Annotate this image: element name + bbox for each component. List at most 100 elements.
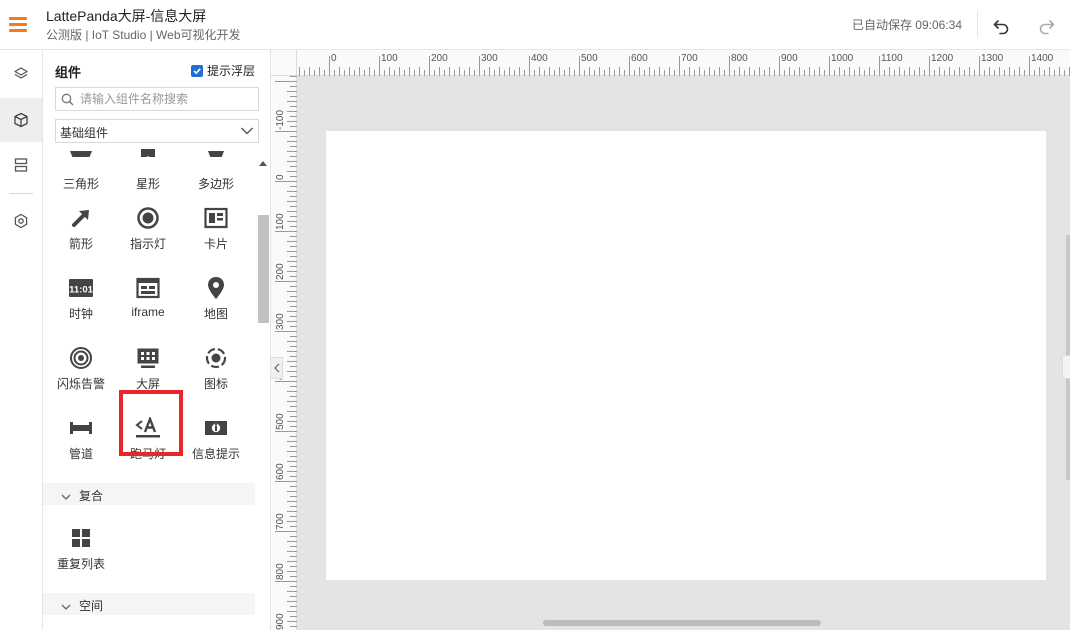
horizontal-ruler: 0 100 200 300 400 500 600 700 800 900 1000 1100 1200… [271,50,1070,76]
chevron-down-icon [61,494,71,500]
ruler-h-label: 500 [581,53,598,64]
ruler-h-label: 1400 [1031,53,1054,64]
canvas-area: 0 100 200 300 400 500 600 700 800 900 1000 1100 1200… [271,50,1070,630]
polygon-icon [208,151,224,157]
group-label: 复合 [79,489,104,503]
ruler-h-label: 900 [781,53,798,64]
ruler-v-label: 300 [275,313,286,330]
category-select[interactable]: 基础组件 [55,119,259,143]
group-header-space[interactable]: 空间 [43,593,255,615]
search-icon [61,93,74,106]
page-subtitle: 公测版 | IoT Studio | Web可视化开发 [46,28,241,42]
panel-scrollbar[interactable] [257,155,269,630]
icon-icon [205,347,227,369]
canvas-horizontal-scrollbar[interactable] [543,620,821,626]
component-item[interactable]: 地图 [183,267,249,331]
chevron-left-icon [273,363,279,373]
horizontal-ruler-ticks: 0 100 200 300 400 500 600 700 800 900 1000 1100 1200… [279,53,1070,76]
chevron-down-icon [241,127,253,135]
ruler-h-label: 100 [381,53,398,64]
ruler-h-label: 600 [631,53,648,64]
ruler-h-label: 800 [731,53,748,64]
ruler-v-label: 800 [275,563,286,580]
info-tip-icon [205,421,227,435]
iframe-icon [136,277,160,299]
left-rail [0,50,43,630]
panel-title: 组件 [55,65,82,80]
component-item[interactable]: 信息提示 [183,407,249,471]
data-stack-icon [14,158,28,172]
triangle-icon [70,151,92,157]
group-label: 空间 [79,599,104,613]
search-input[interactable] [80,90,256,108]
component-item[interactable]: 重复列表 [48,517,114,581]
card-icon [204,207,228,229]
autosave-status: 已自动保存 09:06:34 [851,18,962,32]
ruler-v-label: 0 [275,174,286,180]
chevron-down-icon [61,604,71,610]
artboard[interactable] [326,131,1046,580]
ruler-v-label: 200 [275,263,286,280]
arrow-icon [72,210,89,227]
layers-icon [14,67,28,79]
cube-icon [14,112,28,128]
hint-toggle[interactable]: 提示浮层 [191,62,255,79]
ruler-h-label: 1000 [831,53,854,64]
component-search[interactable] [55,87,259,111]
vertical-ruler: -1000100200300400500600700800900 [271,76,297,630]
selected-highlight [119,390,183,456]
map-pin-icon [208,277,224,299]
header-divider [977,11,978,37]
ruler-h-label: 1300 [981,53,1004,64]
component-item[interactable]: 管道 [48,407,114,471]
page-title: LattePanda大屏-信息大屏 [46,8,207,24]
right-panel-toggle[interactable] [1062,355,1070,379]
collapse-panel-button[interactable] [271,357,283,379]
ruler-v-label: 900 [275,613,286,630]
rail-separator [9,193,33,194]
scroll-thumb[interactable] [258,215,269,323]
ruler-corner [271,50,297,76]
menu-icon[interactable] [9,17,27,32]
hexagon-settings-icon [14,213,28,229]
scroll-up-icon[interactable] [259,161,267,166]
ruler-h-label: 0 [331,53,337,64]
pipe-icon [70,422,92,434]
indicator-light-icon [137,207,159,229]
ruler-v-label: -100 [275,110,286,130]
component-item[interactable]: 闪烁告警 [48,337,114,401]
rail-layers-button[interactable] [0,52,42,96]
undo-button[interactable] [990,13,1014,37]
clock-icon: 11:01 [69,279,93,297]
component-item[interactable]: 11:01 时钟 [48,267,114,331]
component-list: 三角形 星形 多边形 箭形 指示灯 卡片 11:01 时钟 iframe 地图 … [43,147,255,630]
ruler-h-label: 200 [431,53,448,64]
repeat-list-icon [72,529,90,547]
big-screen-icon [137,348,159,368]
ruler-h-label: 1100 [881,53,903,64]
hint-checkbox[interactable] [191,64,203,77]
ruler-h-label: 400 [531,53,548,64]
ruler-v-label: 100 [275,213,286,230]
redo-icon [1039,20,1055,35]
top-header: LattePanda大屏-信息大屏 公测版 | IoT Studio | Web… [0,0,1070,50]
rail-components-button[interactable] [0,98,42,142]
ruler-v-label: 700 [275,513,286,530]
check-icon [193,67,201,74]
hint-label: 提示浮层 [207,64,256,78]
component-item[interactable]: 卡片 [183,197,249,261]
star-icon [141,149,155,157]
component-item[interactable]: 箭形 [48,197,114,261]
component-item[interactable]: 图标 [183,337,249,401]
redo-button[interactable] [1034,13,1058,37]
vertical-ruler-ticks: -1000100200300400500600700800900 [275,76,297,630]
clock-icon-text: 11:01 [69,285,93,296]
ruler-h-label: 700 [681,53,698,64]
category-selected: 基础组件 [60,126,109,140]
component-item[interactable]: iframe [115,267,181,331]
ruler-h-label: 1200 [931,53,954,64]
rail-data-button[interactable] [0,143,42,187]
component-item[interactable]: 指示灯 [115,197,181,261]
rail-settings-button[interactable] [0,199,42,243]
group-header-composite[interactable]: 复合 [43,483,255,505]
